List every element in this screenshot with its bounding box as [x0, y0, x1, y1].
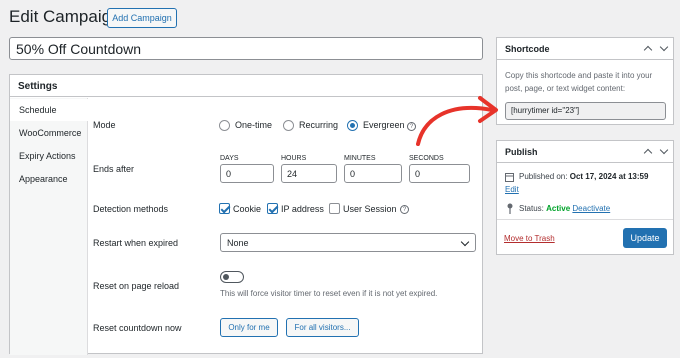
user-session-checkbox[interactable]	[329, 203, 340, 214]
mode-evergreen-label: Evergreen	[363, 120, 405, 130]
mode-recurring-label: Recurring	[299, 120, 339, 130]
days-label: DAYS	[220, 155, 239, 162]
reset-only-me-button[interactable]: Only for me	[220, 318, 278, 337]
restart-label: Restart when expired	[93, 238, 179, 248]
minutes-input[interactable]: 0	[344, 164, 402, 183]
edit-date-link[interactable]: Edit	[505, 185, 519, 194]
restart-select-value: None	[227, 238, 249, 248]
hours-label: HOURS	[281, 155, 307, 162]
mode-one-time-radio[interactable]	[219, 120, 230, 131]
ip-address-checkbox[interactable]	[267, 203, 278, 214]
ends-after-label: Ends after	[93, 164, 135, 174]
minutes-label: MINUTES	[344, 155, 376, 162]
cookie-checkbox[interactable]	[219, 203, 230, 214]
reset-reload-note: This will force visitor timer to reset e…	[220, 289, 438, 298]
cookie-label: Cookie	[233, 204, 262, 214]
reset-reload-toggle[interactable]	[220, 271, 244, 283]
status-info: Status: Active Deactivate	[519, 204, 610, 213]
tab-appearance[interactable]: Appearance	[10, 168, 88, 190]
deactivate-link[interactable]: Deactivate	[572, 204, 610, 213]
tab-expiry-actions[interactable]: Expiry Actions	[10, 145, 88, 167]
campaign-title-input[interactable]: 50% Off Countdown	[9, 37, 483, 60]
shortcode-panel: Shortcode Copy this shortcode and paste …	[496, 37, 674, 125]
published-date: Oct 17, 2024 at 13:59	[569, 172, 649, 181]
user-session-label: User Session	[343, 204, 397, 214]
chevron-down-icon	[460, 237, 470, 247]
annotation-arrow-icon	[416, 96, 498, 146]
mode-recurring-radio[interactable]	[283, 120, 294, 131]
ip-address-label: IP address	[281, 204, 324, 214]
reset-now-label: Reset countdown now	[93, 323, 182, 333]
tab-woocommerce[interactable]: WooCommerce	[10, 122, 88, 144]
mode-label: Mode	[93, 120, 116, 130]
status-value: Active	[546, 204, 571, 213]
calendar-icon	[505, 173, 514, 182]
tab-schedule[interactable]: Schedule	[10, 99, 89, 121]
publish-divider	[497, 219, 673, 220]
pin-icon	[507, 203, 513, 214]
update-button[interactable]: Update	[623, 228, 667, 248]
detection-methods-label: Detection methods	[93, 204, 169, 214]
shortcode-description: Copy this shortcode and paste it into yo…	[505, 71, 653, 93]
mode-evergreen-radio[interactable]	[347, 120, 358, 131]
page-title: Edit Campaign	[9, 7, 121, 26]
restart-select[interactable]: None	[220, 233, 476, 252]
published-label: Published on:	[519, 172, 568, 181]
shortcode-field[interactable]: [hurrytimer id="23"]	[505, 102, 666, 120]
seconds-label: SECONDS	[409, 155, 444, 162]
reset-all-visitors-button[interactable]: For all visitors...	[286, 318, 359, 337]
reset-reload-label: Reset on page reload	[93, 281, 180, 291]
seconds-input[interactable]: 0	[409, 164, 470, 183]
publish-panel: Publish Published on: Oct 17, 2024 at 13…	[496, 140, 674, 255]
mode-one-time-label: One-time	[235, 120, 273, 130]
days-input[interactable]: 0	[220, 164, 274, 183]
hours-input[interactable]: 24	[281, 164, 337, 183]
settings-side-nav: Schedule WooCommerce Expiry Actions Appe…	[10, 98, 89, 355]
move-to-trash-link[interactable]: Move to Trash	[504, 234, 555, 243]
detection-help-icon[interactable]: ?	[400, 205, 409, 214]
add-campaign-button[interactable]: Add Campaign	[107, 8, 177, 28]
status-label: Status:	[519, 204, 544, 213]
published-info: Published on: Oct 17, 2024 at 13:59	[519, 172, 648, 181]
